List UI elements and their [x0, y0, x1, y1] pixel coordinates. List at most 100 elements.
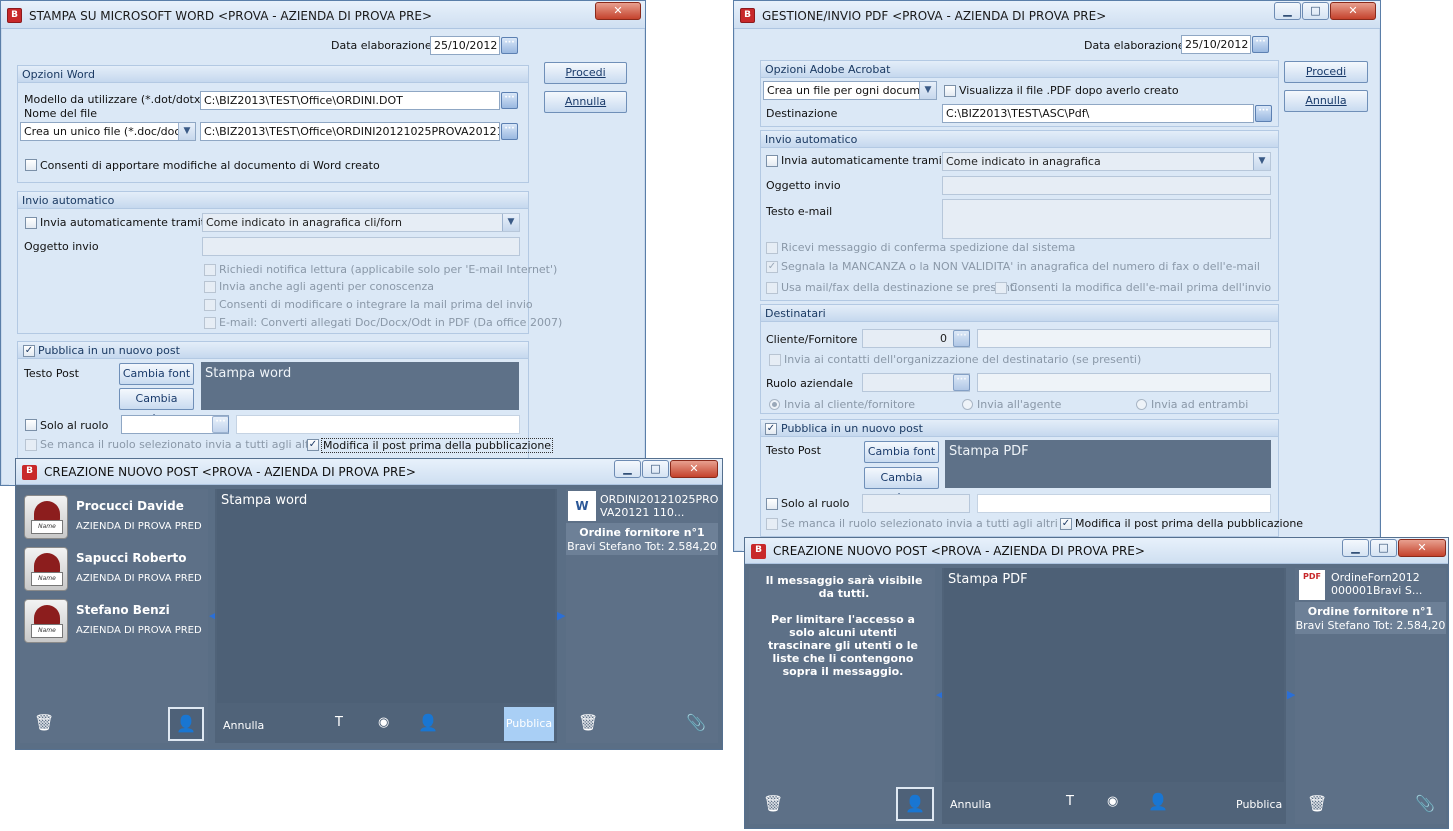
se-manca-checkbox[interactable] — [766, 518, 778, 530]
procedi-button[interactable]: Procedi — [1284, 61, 1368, 83]
user-item[interactable]: Name Stefano Benzi AZIENDA DI PROVA PRED — [20, 595, 205, 645]
ruolo-field[interactable] — [862, 494, 970, 513]
crea-file-select[interactable]: Crea un file per ogni documento ▼ — [763, 81, 937, 100]
pubblica-checkbox[interactable]: ✓ — [23, 345, 35, 357]
modifica-post-checkbox[interactable]: ✓ — [307, 439, 319, 451]
add-user-button[interactable]: 👤 — [168, 707, 204, 741]
file-field[interactable]: C:\BIZ2013\TEST\Office\ORDINI20121025PRO… — [200, 122, 500, 141]
email-conv-checkbox[interactable] — [204, 317, 216, 329]
maximize-button[interactable]: □ — [1370, 539, 1397, 557]
info-text-2: Per limitare l'accesso a solo alcuni ute… — [767, 613, 918, 678]
consenti-checkbox[interactable] — [25, 159, 37, 171]
pubblica-checkbox[interactable]: ✓ — [765, 423, 777, 435]
user-item[interactable]: Name Procucci Davide AZIENDA DI PROVA PR… — [20, 491, 205, 541]
font-size-icon[interactable]: T — [1066, 794, 1074, 809]
paperclip-icon[interactable]: 📎 — [686, 713, 706, 732]
consenti-modifica-checkbox[interactable] — [995, 282, 1007, 294]
se-manca-label: Se manca il ruolo selezionato invia a tu… — [40, 438, 317, 451]
invia-auto-select[interactable]: Come indicato in anagrafica ▼ — [942, 152, 1271, 171]
minimize-button[interactable]: ▁ — [1274, 2, 1301, 20]
browse-destinazione-button[interactable]: ··· — [1255, 105, 1272, 122]
invia-agenti-checkbox[interactable] — [204, 281, 216, 293]
attachment-name[interactable]: ORDINI20121025PRO VA20121 110... — [600, 493, 718, 519]
testo-email-field[interactable] — [942, 199, 1271, 239]
close-button[interactable]: ✕ — [595, 2, 641, 20]
browse-cliente-button[interactable]: ··· — [953, 330, 970, 347]
solo-ruolo-checkbox[interactable] — [766, 498, 778, 510]
browse-file-button[interactable]: ··· — [501, 123, 518, 140]
cambia-font-button[interactable]: Cambia font — [119, 363, 194, 385]
destinazione-field[interactable]: C:\BIZ2013\TEST\ASC\Pdf\ — [942, 104, 1254, 123]
date-field[interactable]: 25/10/2012 — [430, 36, 500, 55]
date-field[interactable]: 25/10/2012 — [1181, 35, 1251, 54]
modifica-post-checkbox[interactable]: ✓ — [1060, 518, 1072, 530]
invia-auto-value: Come indicato in anagrafica — [946, 155, 1101, 168]
usa-mail-label: Usa mail/fax della destinazione se prese… — [781, 281, 1018, 294]
solo-ruolo-checkbox[interactable] — [25, 419, 37, 431]
browse-modello-button[interactable]: ··· — [501, 92, 518, 109]
cambia-colore-button[interactable]: Cambia colore — [864, 467, 939, 504]
order-sub: Bravi Stefano Tot: 2.584,20 — [1295, 619, 1446, 632]
radio-entrambi[interactable] — [1136, 399, 1147, 410]
invia-contatti-checkbox[interactable] — [769, 354, 781, 366]
minimize-button[interactable]: ▁ — [614, 460, 641, 478]
user-item[interactable]: Name Sapucci Roberto AZIENDA DI PROVA PR… — [20, 543, 205, 593]
pubblica-button[interactable]: Pubblica — [504, 707, 554, 741]
invia-auto-checkbox[interactable] — [25, 217, 37, 229]
collapse-right-icon[interactable]: ▶ — [557, 609, 565, 622]
color-wheel-icon[interactable]: ◉ — [1107, 794, 1118, 809]
invia-auto-checkbox[interactable] — [766, 155, 778, 167]
invia-auto-select[interactable]: Come indicato in anagrafica cli/forn ▼ — [202, 213, 520, 232]
word-file-icon: W — [568, 491, 596, 521]
se-manca-checkbox[interactable] — [25, 439, 37, 451]
crea-file-select[interactable]: Crea un unico file (*.doc/docx) ▼ — [20, 122, 196, 141]
oggetto-field[interactable] — [202, 237, 520, 256]
calendar-button[interactable]: ··· — [501, 37, 518, 54]
invia-auto-value: Come indicato in anagrafica cli/forn — [206, 216, 402, 229]
segnala-checkbox[interactable]: ✓ — [766, 261, 778, 273]
message-area[interactable]: Stampa PDF — [944, 568, 1284, 782]
procedi-button[interactable]: Procedi — [544, 62, 627, 84]
annulla-button[interactable]: Annulla — [223, 719, 264, 732]
remove-user-icon[interactable]: 👤 — [1148, 792, 1168, 811]
annulla-button[interactable]: Annulla — [1284, 90, 1368, 112]
attachment-name[interactable]: OrdineForn2012 000001Bravi S... — [1331, 571, 1443, 597]
richiedi-checkbox[interactable] — [204, 264, 216, 276]
post-window-1: B CREAZIONE NUOVO POST <PROVA - AZIENDA … — [15, 458, 723, 750]
color-wheel-icon[interactable]: ◉ — [378, 715, 389, 730]
browse-ruolo-button[interactable]: ··· — [212, 416, 229, 433]
annulla-button[interactable]: Annulla — [950, 798, 991, 811]
post-text-area[interactable]: Stampa PDF — [945, 440, 1271, 488]
usa-mail-checkbox[interactable] — [766, 282, 778, 294]
cambia-colore-button[interactable]: Cambia colore — [119, 388, 194, 425]
visualizza-checkbox[interactable] — [944, 85, 956, 97]
modello-field[interactable]: C:\BIZ2013\TEST\Office\ORDINI.DOT — [200, 91, 500, 110]
trash-icon[interactable]: 🗑 — [578, 713, 598, 732]
post-text-area[interactable]: Stampa word — [201, 362, 519, 410]
close-button[interactable]: ✕ — [1330, 2, 1376, 20]
add-user-button[interactable]: 👤 — [896, 787, 934, 821]
ricevi-checkbox[interactable] — [766, 242, 778, 254]
radio-agente[interactable] — [962, 399, 973, 410]
oggetto-field[interactable] — [942, 176, 1271, 195]
consenti-mail-checkbox[interactable] — [204, 299, 216, 311]
trash-icon[interactable]: 🗑 — [34, 713, 54, 732]
cambia-font-button[interactable]: Cambia font — [864, 441, 939, 463]
trash-icon[interactable]: 🗑 — [763, 794, 783, 813]
calendar-button[interactable]: ··· — [1252, 36, 1269, 53]
minimize-button[interactable]: ▁ — [1342, 539, 1369, 557]
remove-user-icon[interactable]: 👤 — [418, 713, 438, 732]
oggetto-label: Oggetto invio — [766, 179, 841, 192]
annulla-button[interactable]: Annulla — [544, 91, 627, 113]
browse-ruolo-button[interactable]: ··· — [953, 374, 970, 391]
close-button[interactable]: ✕ — [670, 460, 718, 478]
maximize-button[interactable]: □ — [642, 460, 669, 478]
trash-icon[interactable]: 🗑 — [1307, 794, 1327, 813]
font-size-icon[interactable]: T — [335, 715, 343, 730]
paperclip-icon[interactable]: 📎 — [1415, 794, 1435, 813]
close-button[interactable]: ✕ — [1398, 539, 1446, 557]
maximize-button[interactable]: □ — [1302, 2, 1329, 20]
message-area[interactable]: Stampa word — [217, 489, 555, 703]
radio-cliente[interactable] — [769, 399, 780, 410]
pubblica-button[interactable]: Pubblica — [1236, 798, 1282, 811]
